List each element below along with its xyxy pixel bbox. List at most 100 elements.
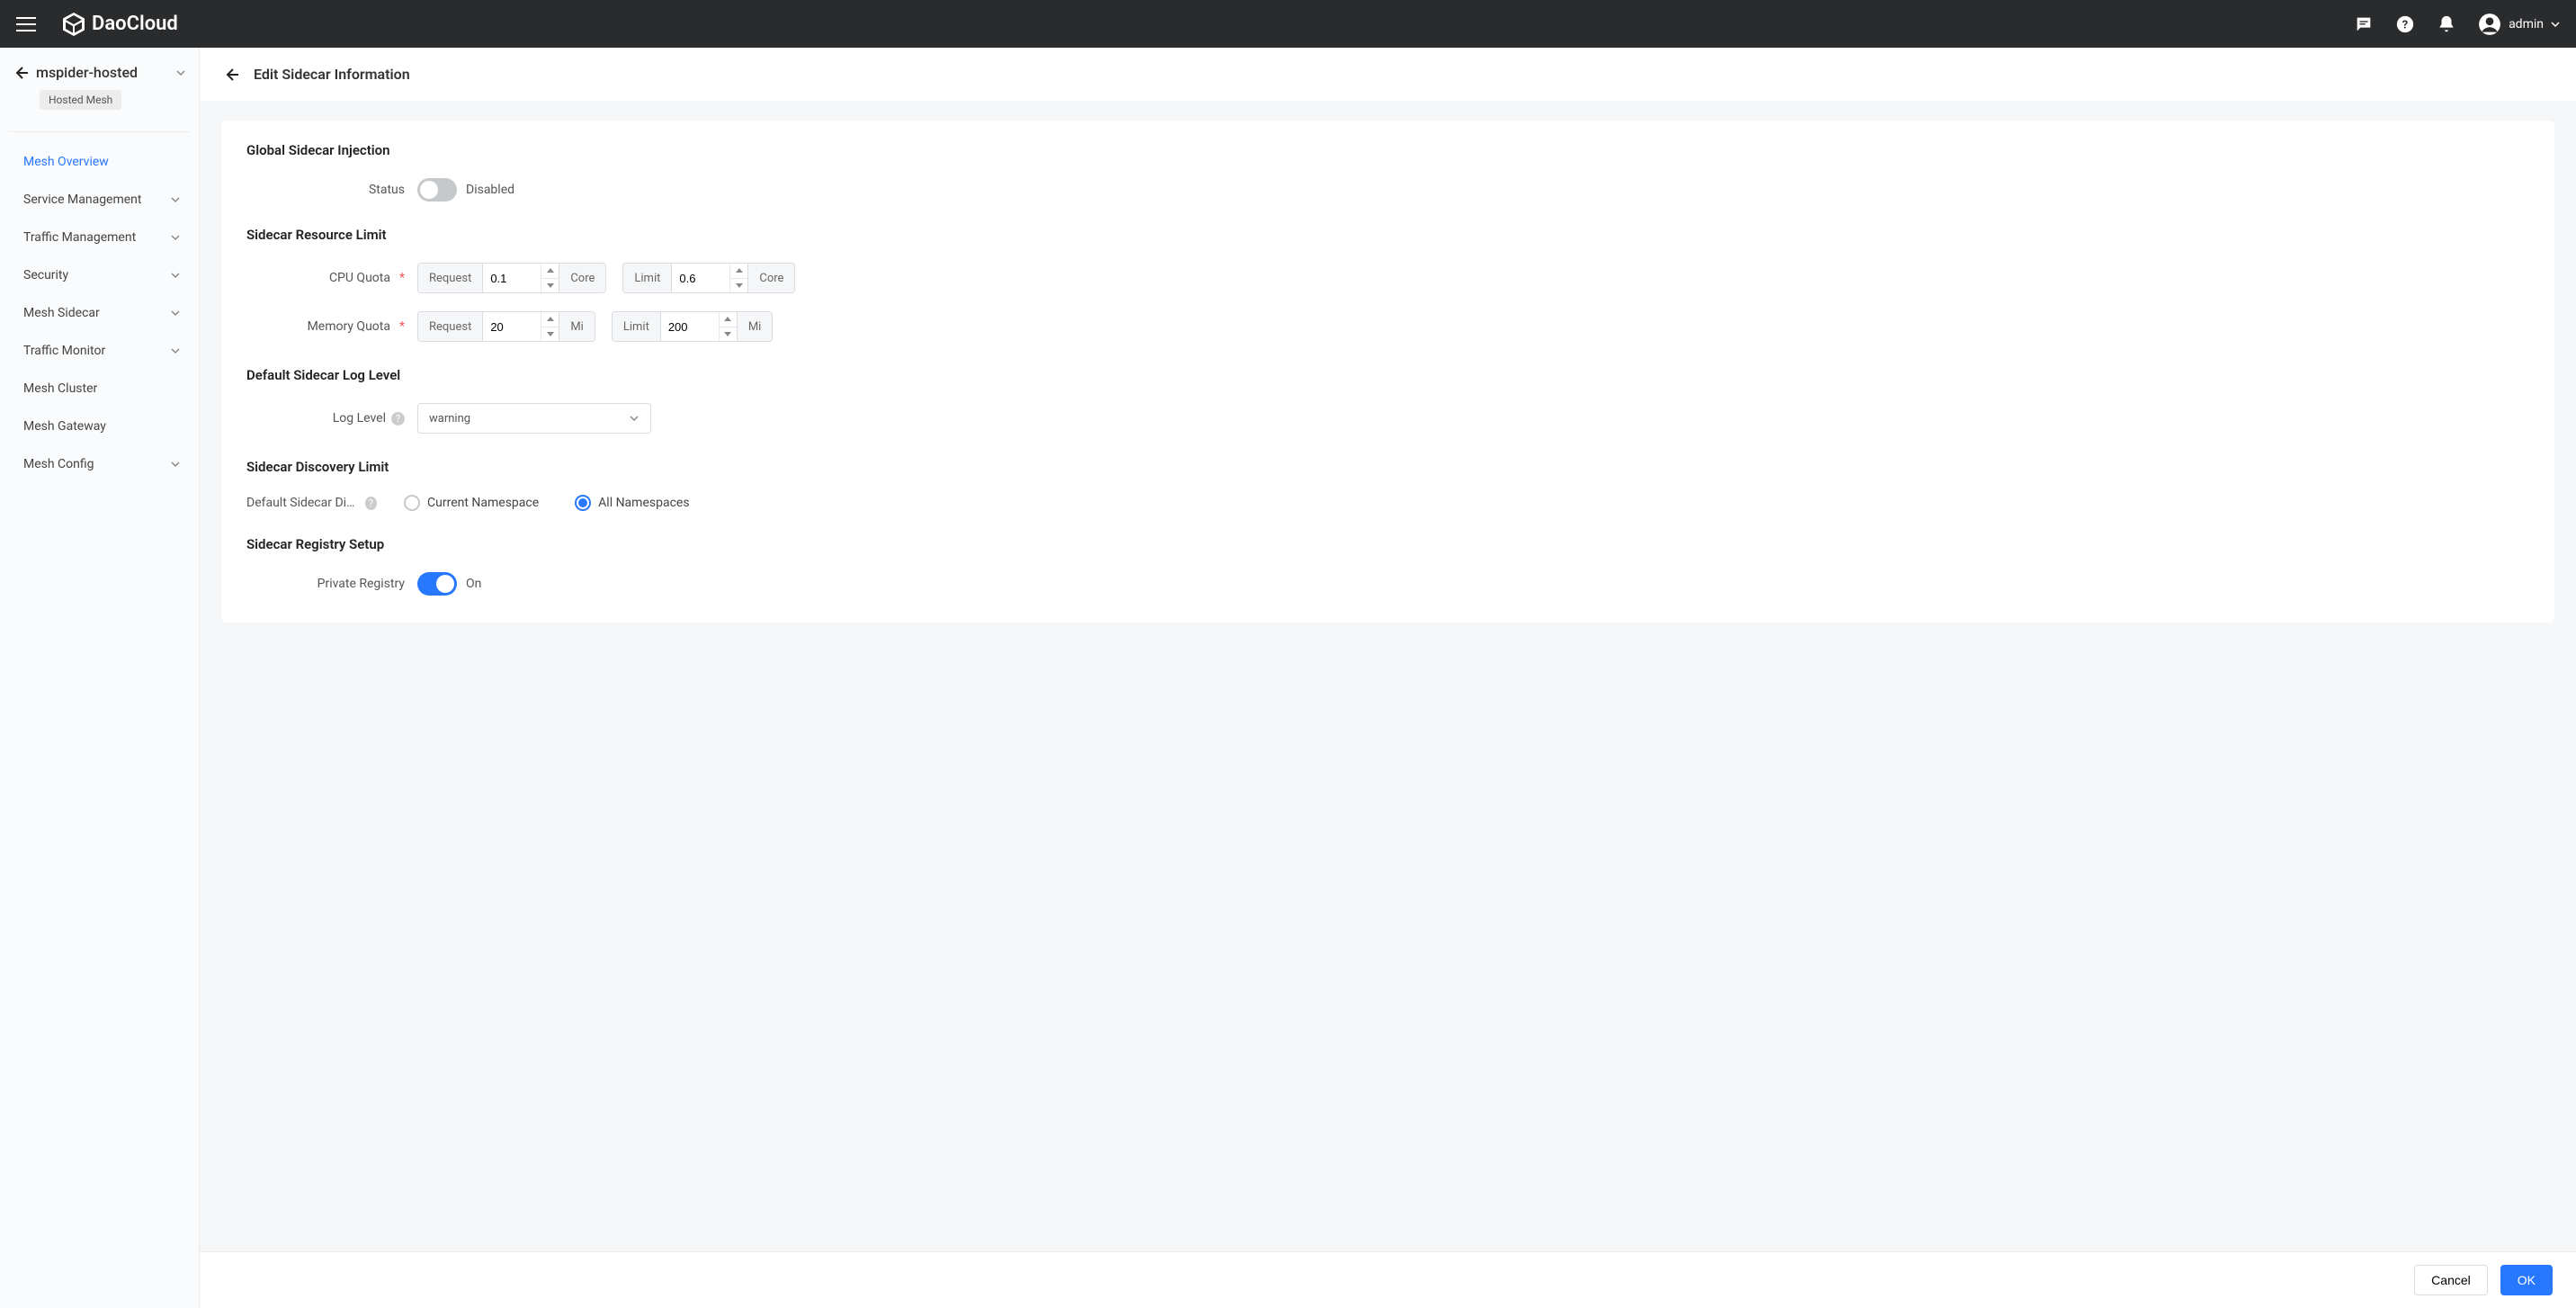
sidebar-divider [9, 131, 190, 132]
discovery-label: Default Sidecar Disco… ? [246, 496, 386, 510]
nav-security[interactable]: Security [0, 256, 199, 294]
step-down-button[interactable] [730, 279, 747, 293]
step-up-button[interactable] [541, 264, 559, 279]
user-name: admin [2509, 17, 2544, 31]
memory-quota-label: Memory Quota* [246, 319, 417, 334]
step-down-button[interactable] [541, 279, 559, 293]
log-level-select[interactable]: warning [417, 403, 651, 434]
mem-unit: Mi [737, 312, 773, 341]
chevron-down-icon [170, 345, 181, 356]
nav-traffic-management[interactable]: Traffic Management [0, 219, 199, 256]
mesh-title[interactable]: mspider-hosted [13, 64, 186, 81]
page-back-button[interactable] [223, 67, 239, 83]
mesh-type-badge: Hosted Mesh [40, 90, 121, 110]
section-title: Sidecar Discovery Limit [246, 459, 2529, 475]
section-title: Global Sidecar Injection [246, 142, 2529, 158]
mem-request-value[interactable] [483, 312, 541, 341]
chevron-down-icon [170, 270, 181, 281]
status-label: Status [246, 183, 417, 197]
cube-icon [63, 13, 85, 36]
limit-addon: Limit [613, 312, 661, 341]
content-scroll[interactable]: Global Sidecar Injection Status Disabled… [200, 101, 2576, 1251]
nav-mesh-overview[interactable]: Mesh Overview [0, 143, 199, 181]
chat-icon[interactable] [2354, 14, 2374, 34]
log-level-label: Log Level ? [246, 411, 417, 426]
chevron-down-icon [175, 67, 186, 78]
section-title: Sidecar Resource Limit [246, 227, 2529, 243]
cpu-request-input: Request Core [417, 263, 606, 293]
nav-label: Mesh Cluster [23, 381, 97, 396]
main: Edit Sidecar Information Global Sidecar … [200, 48, 2576, 1308]
hamburger-menu[interactable] [16, 17, 36, 31]
nav-label: Traffic Monitor [23, 344, 105, 358]
nav-label: Mesh Config [23, 457, 94, 471]
step-up-button[interactable] [730, 264, 747, 279]
form-card: Global Sidecar Injection Status Disabled… [221, 121, 2554, 623]
brand-logo[interactable]: DaoCloud [63, 13, 178, 36]
log-level-value: warning [429, 412, 629, 426]
section-title: Default Sidecar Log Level [246, 367, 2529, 383]
nav-label: Mesh Overview [23, 155, 109, 169]
chevron-down-icon [629, 413, 640, 424]
nav-label: Security [23, 268, 68, 282]
radio-all-namespaces[interactable]: All Namespaces [575, 495, 689, 511]
step-up-button[interactable] [720, 312, 737, 327]
status-value: Disabled [466, 183, 514, 197]
cpu-limit-input: Limit Core [622, 263, 795, 293]
cpu-limit-value[interactable] [672, 264, 729, 292]
step-down-button[interactable] [720, 327, 737, 342]
section-global-injection: Global Sidecar Injection Status Disabled [246, 142, 2529, 202]
nav-mesh-cluster[interactable]: Mesh Cluster [0, 370, 199, 408]
mem-request-input: Request Mi [417, 311, 595, 342]
step-down-button[interactable] [541, 327, 559, 342]
section-discovery-limit: Sidecar Discovery Limit Default Sidecar … [246, 459, 2529, 511]
limit-addon: Limit [623, 264, 672, 292]
cancel-button[interactable]: Cancel [2414, 1265, 2488, 1295]
section-resource-limit: Sidecar Resource Limit CPU Quota* Reques… [246, 227, 2529, 342]
nav-label: Mesh Gateway [23, 419, 106, 434]
private-registry-label: Private Registry [246, 577, 417, 591]
svg-text:?: ? [2402, 18, 2408, 31]
topbar-actions: ? admin [2354, 13, 2560, 36]
mem-limit-value[interactable] [661, 312, 719, 341]
nav-service-management[interactable]: Service Management [0, 181, 199, 219]
cpu-unit: Core [747, 264, 794, 292]
chevron-down-icon [170, 194, 181, 205]
section-log-level: Default Sidecar Log Level Log Level ? wa… [246, 367, 2529, 434]
topbar: DaoCloud ? admin [0, 0, 2576, 48]
chevron-down-icon [170, 308, 181, 318]
request-addon: Request [418, 264, 483, 292]
user-menu[interactable]: admin [2478, 13, 2560, 36]
page-header: Edit Sidecar Information [200, 48, 2576, 101]
status-toggle[interactable] [417, 178, 457, 202]
help-icon[interactable]: ? [365, 497, 377, 510]
cpu-request-value[interactable] [483, 264, 541, 292]
nav-label: Service Management [23, 193, 142, 207]
section-title: Sidecar Registry Setup [246, 536, 2529, 552]
private-registry-value: On [466, 577, 481, 591]
step-up-button[interactable] [541, 312, 559, 327]
chevron-down-icon [2551, 20, 2560, 29]
bell-icon[interactable] [2437, 14, 2456, 34]
sidebar: mspider-hosted Hosted Mesh Mesh Overview… [0, 48, 200, 1308]
nav-traffic-monitor[interactable]: Traffic Monitor [0, 332, 199, 370]
radio-current-namespace[interactable]: Current Namespace [404, 495, 539, 511]
cpu-unit: Core [559, 264, 605, 292]
help-icon[interactable]: ? [2395, 14, 2415, 34]
nav-mesh-sidecar[interactable]: Mesh Sidecar [0, 294, 199, 332]
private-registry-toggle[interactable] [417, 572, 457, 596]
avatar-icon [2478, 13, 2501, 36]
page-title: Edit Sidecar Information [254, 66, 410, 83]
chevron-down-icon [170, 232, 181, 243]
request-addon: Request [418, 312, 483, 341]
mem-limit-input: Limit Mi [612, 311, 774, 342]
help-icon[interactable]: ? [391, 412, 405, 426]
nav-mesh-gateway[interactable]: Mesh Gateway [0, 408, 199, 445]
mem-unit: Mi [559, 312, 595, 341]
nav-label: Traffic Management [23, 230, 136, 245]
nav-mesh-config[interactable]: Mesh Config [0, 445, 199, 483]
radio-label: Current Namespace [427, 496, 539, 510]
cpu-quota-label: CPU Quota* [246, 271, 417, 285]
section-registry-setup: Sidecar Registry Setup Private Registry … [246, 536, 2529, 596]
ok-button[interactable]: OK [2500, 1265, 2553, 1295]
